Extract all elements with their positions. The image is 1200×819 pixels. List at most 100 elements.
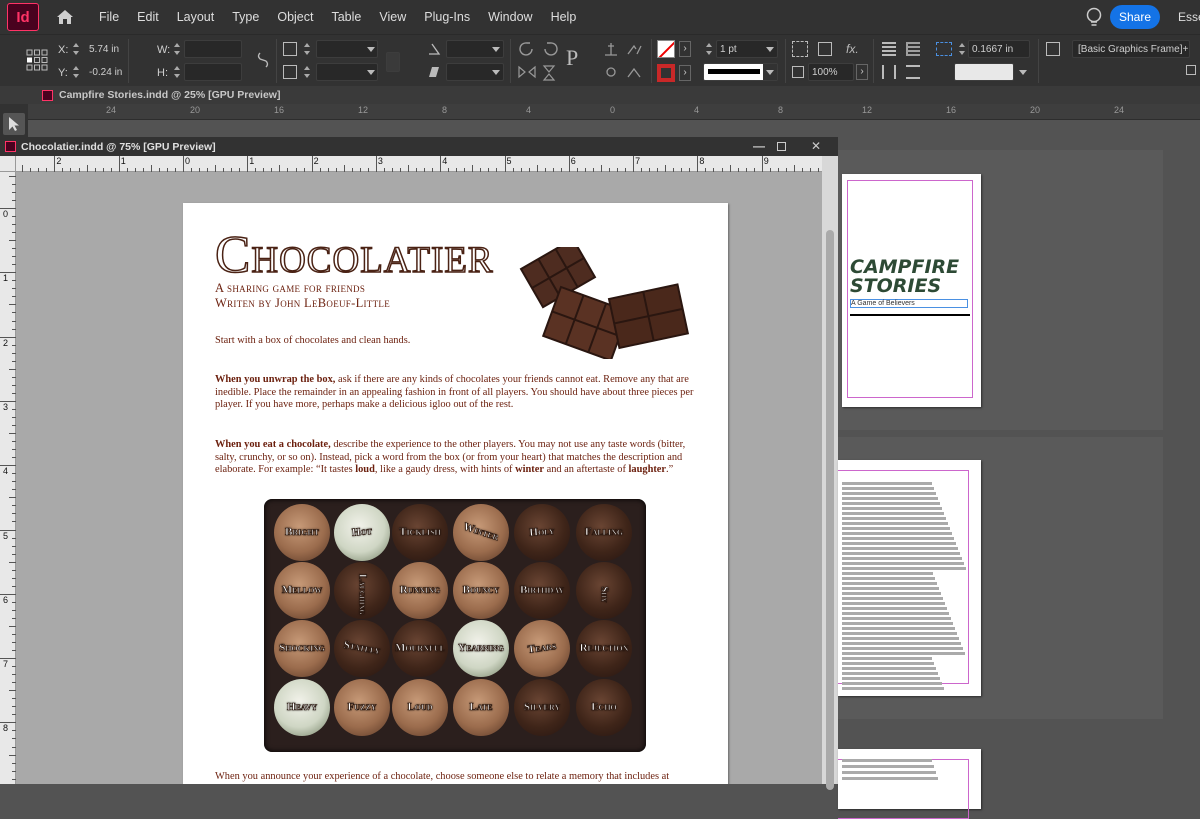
align-center-icon[interactable] [906, 42, 920, 56]
rotate-ccw-icon[interactable] [541, 41, 559, 57]
menu-window[interactable]: Window [479, 10, 541, 24]
rotate-dropdown[interactable] [489, 41, 503, 57]
swatch-preview-field[interactable] [954, 63, 1014, 81]
flip-horizontal-icon[interactable] [518, 65, 536, 79]
menu-layout[interactable]: Layout [168, 10, 224, 24]
text-wrap-icon[interactable] [792, 41, 808, 57]
stroke-weight-spinner[interactable] [705, 41, 714, 57]
menu-help[interactable]: Help [542, 10, 586, 24]
opacity-dropdown[interactable]: › [856, 64, 868, 80]
scale-y-spinner[interactable] [303, 64, 312, 80]
intro-paragraph[interactable]: Start with a box of chocolates and clean… [215, 335, 697, 348]
lightbulb-icon[interactable] [1085, 7, 1105, 29]
ruler-tick [9, 690, 16, 692]
flip-vertical-icon[interactable] [541, 65, 557, 81]
y-field[interactable]: -0.24 in [89, 67, 122, 78]
fill-dropdown[interactable]: › [679, 41, 691, 57]
frame-fitting-icon[interactable] [818, 42, 832, 56]
w-field[interactable] [184, 40, 242, 58]
x-field[interactable]: 5.74 in [89, 44, 119, 55]
scale-y-icon[interactable] [283, 65, 297, 79]
page-subtitle[interactable]: A sharing game for friends [215, 281, 365, 296]
panel-menu-icon[interactable] [1186, 65, 1196, 75]
menu-edit[interactable]: Edit [128, 10, 168, 24]
scale-x-dropdown[interactable] [364, 41, 378, 57]
home-icon[interactable] [55, 7, 75, 27]
menu-object[interactable]: Object [268, 10, 322, 24]
auto-fit-icon[interactable] [936, 42, 952, 56]
distribute-vertical-icon[interactable] [906, 65, 920, 79]
page-byline[interactable]: Writen by John LeBoeuf-Little [215, 296, 390, 311]
document-window-titlebar[interactable]: Chocolatier.indd @ 75% [GPU Preview] — ✕ [0, 137, 838, 156]
h-field[interactable] [184, 63, 242, 81]
campfire-cover-page[interactable]: CAMPFIRE STORIES A Game of Believers [842, 174, 981, 407]
stroke-swatch[interactable] [657, 64, 675, 82]
text-line [842, 622, 953, 625]
reference-point-icon[interactable] [26, 49, 48, 71]
y-spinner[interactable] [72, 64, 81, 80]
stroke-dropdown[interactable]: › [679, 65, 691, 81]
announce-paragraph[interactable]: When you announce your experience of a c… [215, 771, 697, 784]
unwrap-paragraph[interactable]: When you unwrap the box, ask if there ar… [215, 374, 697, 412]
maximize-button[interactable] [771, 138, 791, 154]
horizontal-ruler[interactable]: 2 1 0 1 2 3 4 5 6 7 8 9 [16, 156, 822, 172]
text-line [842, 617, 951, 620]
h-spinner[interactable] [173, 64, 182, 80]
stroke-weight-dropdown[interactable] [763, 41, 777, 57]
menu-file[interactable]: File [90, 10, 128, 24]
selection-tool-icon[interactable] [3, 113, 25, 135]
vertical-scrollbar[interactable] [822, 156, 838, 790]
x-spinner[interactable] [72, 41, 81, 57]
shear-angle-icon[interactable] [427, 65, 441, 79]
stroke-type-dropdown[interactable] [763, 64, 777, 80]
ruler-origin[interactable] [0, 156, 16, 172]
scale-x-spinner[interactable] [303, 41, 312, 57]
select-next-icon[interactable] [626, 65, 644, 79]
share-button[interactable]: Share [1110, 5, 1160, 29]
vertical-ruler[interactable]: 0 1 2 3 4 5 6 7 8 [0, 172, 16, 784]
menu-table[interactable]: Table [322, 10, 370, 24]
constrain-proportions-icon[interactable] [256, 51, 270, 69]
shear-dropdown[interactable] [489, 64, 503, 80]
chocolate-word: Running [399, 584, 441, 597]
separator [276, 39, 277, 83]
ruler-number: 4 [442, 156, 448, 166]
menu-view[interactable]: View [370, 10, 415, 24]
ruler-number: 16 [274, 105, 285, 115]
select-content-icon[interactable] [626, 42, 644, 56]
document-page[interactable]: Chocolatier A sharing game for friends W… [183, 203, 728, 784]
ruler-tick [118, 156, 120, 172]
campfire-text-page-2[interactable] [838, 749, 981, 819]
campfire-text-page[interactable] [838, 460, 981, 696]
effects-fx-label[interactable]: fx. [846, 42, 859, 56]
workspace-switcher[interactable]: Esse [1178, 10, 1200, 24]
align-left-icon[interactable] [882, 42, 896, 56]
fill-swatch[interactable] [657, 40, 675, 58]
rotate-angle-icon[interactable] [427, 42, 441, 56]
link-icon[interactable] [386, 52, 400, 72]
pasteboard[interactable]: Chocolatier A sharing game for friends W… [16, 172, 822, 784]
background-document-view[interactable]: CAMPFIRE STORIES A Game of Believers [838, 137, 1200, 819]
background-document-tab[interactable]: Campfire Stories.indd @ 25% [GPU Preview… [0, 86, 1200, 104]
object-style-icon[interactable] [1046, 42, 1060, 56]
distribute-icon[interactable] [882, 65, 896, 79]
menu-plugins[interactable]: Plug-Ins [415, 10, 479, 24]
offset-spinner[interactable] [958, 41, 967, 57]
eat-paragraph[interactable]: When you eat a chocolate, describe the e… [215, 439, 697, 477]
chocolate-box-image[interactable]: Bright Hot Ticklish Winter Holy Falling Mellow… [264, 499, 646, 752]
select-previous-icon[interactable] [603, 65, 619, 79]
rotate-cw-icon[interactable] [518, 41, 536, 57]
close-icon[interactable]: ✕ [806, 138, 826, 154]
ruler-number: 5 [3, 530, 9, 541]
scale-x-icon[interactable] [283, 42, 297, 56]
scrollbar-thumb[interactable] [826, 230, 834, 790]
minimize-button[interactable]: — [749, 138, 769, 154]
page-title[interactable]: Chocolatier [214, 228, 494, 283]
select-container-icon[interactable] [603, 42, 619, 56]
swatch-preview-dropdown[interactable] [1016, 64, 1030, 80]
scale-y-dropdown[interactable] [364, 64, 378, 80]
p-reference-icon[interactable]: P [566, 45, 592, 75]
menu-type[interactable]: Type [223, 10, 268, 24]
w-spinner[interactable] [173, 41, 182, 57]
ruler-tick [665, 165, 667, 172]
